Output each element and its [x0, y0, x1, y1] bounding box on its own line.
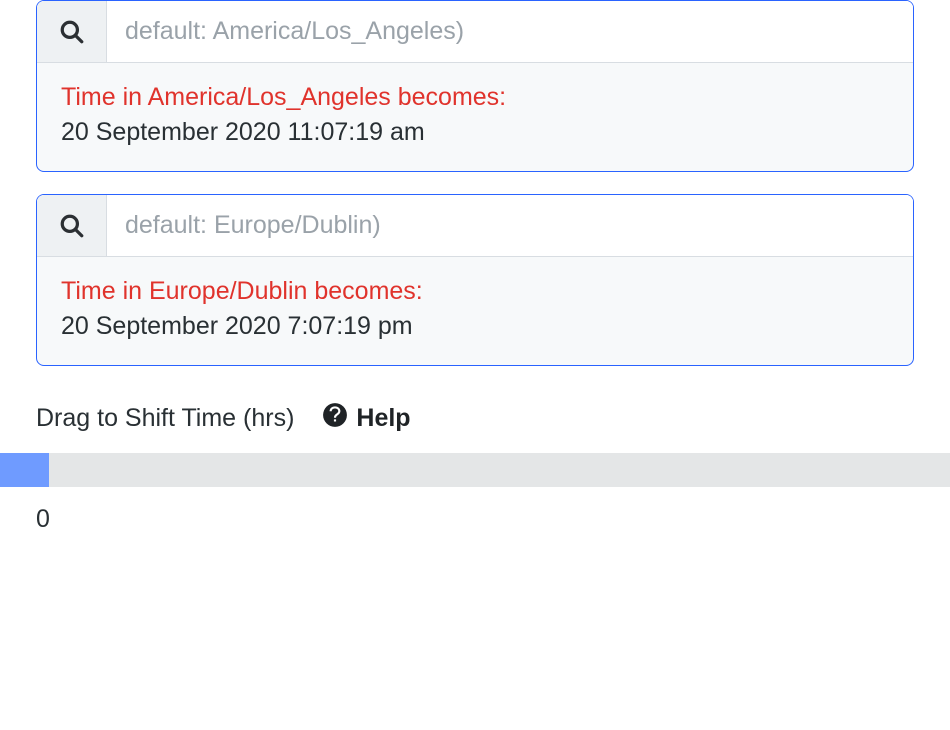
timezone-search-input[interactable] [107, 1, 913, 62]
timezone-card-america-los-angeles: Time in America/Los_Angeles becomes: 20 … [36, 0, 914, 172]
shift-time-slider[interactable] [0, 453, 950, 487]
timezone-card-europe-dublin: Time in Europe/Dublin becomes: 20 Septem… [36, 194, 914, 366]
help-label: Help [356, 404, 410, 433]
shift-time-value: 0 [36, 505, 914, 534]
timezone-result: Time in Europe/Dublin becomes: 20 Septem… [37, 257, 913, 365]
result-title: Time in Europe/Dublin becomes: [61, 277, 889, 306]
search-icon [37, 1, 107, 62]
help-button[interactable]: Help [322, 402, 410, 435]
shift-time-row: Drag to Shift Time (hrs) Help [36, 402, 914, 435]
search-icon [37, 195, 107, 256]
timezone-result: Time in America/Los_Angeles becomes: 20 … [37, 63, 913, 171]
timezone-search-row [37, 195, 913, 257]
help-icon [322, 402, 348, 435]
result-datetime: 20 September 2020 7:07:19 pm [61, 312, 889, 341]
timezone-search-input[interactable] [107, 195, 913, 256]
result-title: Time in America/Los_Angeles becomes: [61, 83, 889, 112]
result-datetime: 20 September 2020 11:07:19 am [61, 118, 889, 147]
shift-time-label: Drag to Shift Time (hrs) [36, 404, 294, 433]
timezone-search-row [37, 1, 913, 63]
shift-time-slider-fill [0, 453, 49, 487]
